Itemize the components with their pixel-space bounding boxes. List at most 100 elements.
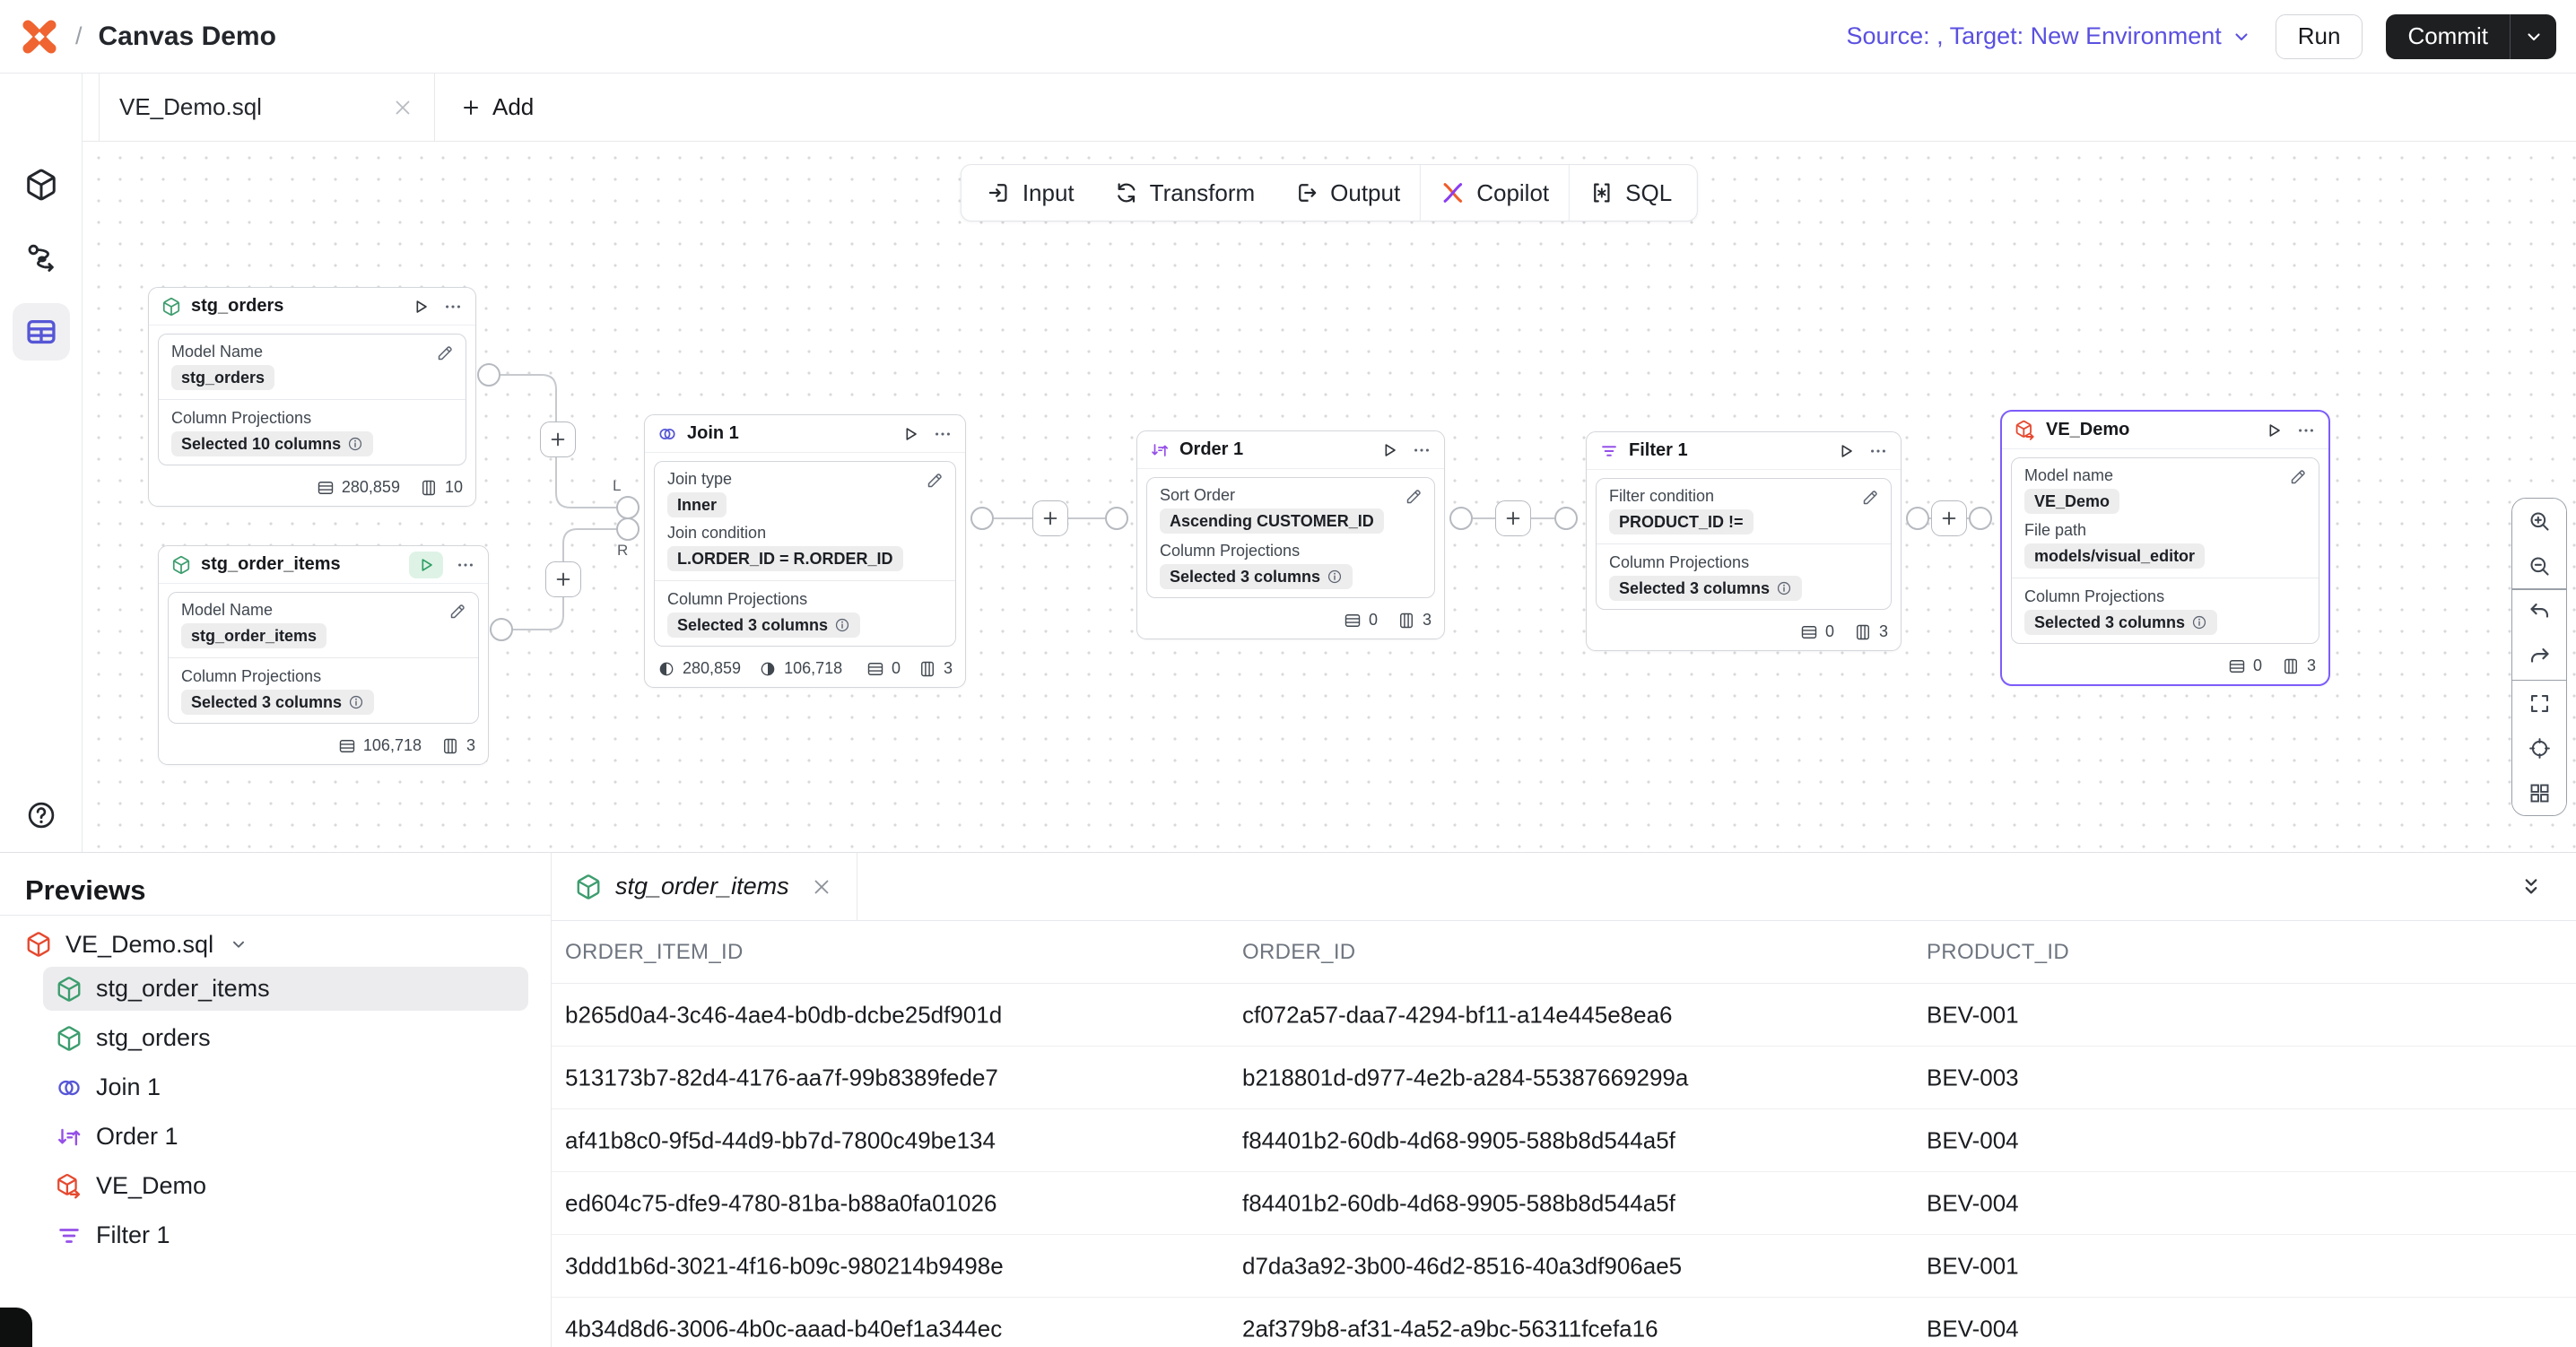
play-icon[interactable] bbox=[1379, 440, 1399, 460]
redo-button[interactable] bbox=[2512, 635, 2566, 680]
edit-pencil-icon[interactable] bbox=[448, 602, 467, 621]
more-options-icon[interactable] bbox=[456, 555, 475, 575]
paradime-logo-icon[interactable] bbox=[20, 17, 59, 56]
zoom-in-button[interactable] bbox=[2512, 499, 2566, 543]
tree-item-order-1[interactable]: Order 1 bbox=[0, 1112, 551, 1161]
sort-order-chip[interactable]: Ascending CUSTOMER_ID bbox=[1160, 508, 1384, 534]
insert-node-button[interactable] bbox=[540, 421, 576, 457]
close-icon[interactable] bbox=[391, 96, 414, 119]
chevron-down-icon[interactable] bbox=[229, 934, 248, 954]
preview-tab-stg-order-items[interactable]: stg_order_items bbox=[552, 853, 857, 920]
table-row[interactable]: 3ddd1b6d-3021-4f16-b09c-980214b9498e d7d… bbox=[552, 1235, 2576, 1298]
port-filter-output[interactable] bbox=[1906, 507, 1929, 530]
commit-button[interactable]: Commit bbox=[2386, 14, 2510, 59]
play-icon[interactable] bbox=[411, 297, 431, 317]
join-type-chip[interactable]: Inner bbox=[667, 492, 727, 517]
environment-selector[interactable]: Source: , Target: New Environment bbox=[1847, 22, 2252, 50]
node-stg-order-items[interactable]: stg_order_items Model Name stg_order_ite… bbox=[158, 545, 489, 765]
input-button[interactable]: Input bbox=[967, 165, 1094, 221]
play-icon[interactable] bbox=[901, 424, 920, 444]
node-order-1[interactable]: Order 1 Sort Order Ascending CUSTOMER_ID… bbox=[1136, 430, 1445, 639]
edit-pencil-icon[interactable] bbox=[1861, 488, 1880, 507]
tree-item-stg-orders[interactable]: stg_orders bbox=[0, 1013, 551, 1063]
edit-pencil-icon[interactable] bbox=[436, 343, 455, 362]
tree-item-filter-1[interactable]: Filter 1 bbox=[0, 1211, 551, 1260]
collapse-panel-button[interactable] bbox=[2519, 874, 2544, 899]
node-stg-orders[interactable]: stg_orders Model Name stg_orders Column … bbox=[148, 287, 476, 507]
projections-chip[interactable]: Selected 3 columns bbox=[1160, 564, 1353, 589]
table-row[interactable]: 513173b7-82d4-4176-aa7f-99b8389fede7 b21… bbox=[552, 1047, 2576, 1109]
cell-product-id: BEV-004 bbox=[1927, 1315, 2019, 1343]
model-name-chip[interactable]: stg_orders bbox=[171, 365, 274, 390]
table-row[interactable]: 4b34d8d6-3006-4b0c-aaad-b40ef1a344ec 2af… bbox=[552, 1298, 2576, 1347]
edit-pencil-icon[interactable] bbox=[926, 471, 944, 490]
port-stg-order-items-output[interactable] bbox=[490, 618, 513, 641]
rail-help-button[interactable] bbox=[13, 786, 70, 844]
zoom-out-button[interactable] bbox=[2512, 543, 2566, 588]
run-button[interactable]: Run bbox=[2276, 14, 2363, 59]
tree-item-ve-demo-sql[interactable]: VE_Demo.sql bbox=[0, 925, 551, 964]
play-icon[interactable] bbox=[1836, 441, 1856, 461]
node-filter-1[interactable]: Filter 1 Filter condition PRODUCT_ID != … bbox=[1586, 431, 1902, 651]
edit-pencil-icon[interactable] bbox=[2289, 467, 2308, 486]
more-options-icon[interactable] bbox=[1868, 441, 1888, 461]
table-row[interactable]: b265d0a4-3c46-4ae4-b0db-dcbe25df901d cf0… bbox=[552, 984, 2576, 1047]
projections-chip[interactable]: Selected 3 columns bbox=[2024, 610, 2217, 635]
projections-chip[interactable]: Selected 3 columns bbox=[181, 690, 374, 715]
corner-widget[interactable] bbox=[0, 1308, 32, 1347]
tab-ve-demo-sql[interactable]: VE_Demo.sql bbox=[99, 74, 435, 141]
undo-button[interactable] bbox=[2512, 590, 2566, 635]
port-filter-input[interactable] bbox=[1554, 507, 1578, 530]
play-button[interactable] bbox=[409, 552, 443, 578]
port-join-output[interactable] bbox=[970, 507, 994, 530]
port-join-left-input[interactable] bbox=[616, 496, 640, 519]
port-join-right-input[interactable] bbox=[616, 517, 640, 541]
locate-button[interactable] bbox=[2512, 726, 2566, 770]
sql-button[interactable]: SQL bbox=[1570, 165, 1692, 221]
projections-chip[interactable]: Selected 3 columns bbox=[667, 613, 860, 638]
add-tab-button[interactable]: Add bbox=[435, 74, 559, 141]
canvas[interactable]: Input Transform Output Copilot SQL bbox=[83, 142, 2576, 852]
insert-node-button[interactable] bbox=[545, 561, 581, 597]
insert-node-button[interactable] bbox=[1495, 500, 1531, 536]
insert-node-button[interactable] bbox=[1931, 500, 1967, 536]
port-order-output[interactable] bbox=[1449, 507, 1473, 530]
column-header[interactable]: ORDER_ITEM_ID bbox=[565, 940, 744, 965]
port-ve-demo-input[interactable] bbox=[1969, 507, 1992, 530]
port-order-input[interactable] bbox=[1105, 507, 1128, 530]
copilot-button[interactable]: Copilot bbox=[1421, 165, 1569, 221]
rail-models-button[interactable] bbox=[13, 156, 70, 213]
transform-button[interactable]: Transform bbox=[1094, 165, 1275, 221]
insert-node-button[interactable] bbox=[1032, 500, 1068, 536]
tree-item-join-1[interactable]: Join 1 bbox=[0, 1063, 551, 1112]
close-icon[interactable] bbox=[810, 875, 833, 899]
projections-chip[interactable]: Selected 3 columns bbox=[1609, 576, 1802, 601]
file-path-chip[interactable]: models/visual_editor bbox=[2024, 543, 2205, 569]
edit-pencil-icon[interactable] bbox=[1405, 487, 1423, 506]
rail-table-button[interactable] bbox=[13, 303, 70, 361]
play-icon[interactable] bbox=[2264, 421, 2284, 440]
more-options-icon[interactable] bbox=[443, 297, 463, 317]
join-condition-chip[interactable]: L.ORDER_ID = R.ORDER_ID bbox=[667, 546, 903, 571]
table-row[interactable]: ed604c75-dfe9-4780-81ba-b88a0fa01026 f84… bbox=[552, 1172, 2576, 1235]
filter-condition-chip[interactable]: PRODUCT_ID != bbox=[1609, 509, 1754, 534]
node-join-1[interactable]: Join 1 Join type Inner Join condition L.… bbox=[644, 414, 966, 688]
fit-view-button[interactable] bbox=[2512, 681, 2566, 726]
column-header[interactable]: PRODUCT_ID bbox=[1927, 940, 2069, 965]
node-ve-demo[interactable]: VE_Demo Model name VE_Demo File path mod… bbox=[2000, 410, 2330, 686]
more-options-icon[interactable] bbox=[1412, 440, 1432, 460]
more-options-icon[interactable] bbox=[933, 424, 953, 444]
table-row[interactable]: af41b8c0-9f5d-44d9-bb7d-7800c49be134 f84… bbox=[552, 1109, 2576, 1172]
commit-dropdown-button[interactable] bbox=[2510, 14, 2556, 59]
tree-item-ve-demo[interactable]: VE_Demo bbox=[0, 1161, 551, 1211]
tree-item-stg-order-items[interactable]: stg_order_items bbox=[0, 964, 551, 1013]
more-options-icon[interactable] bbox=[2296, 421, 2316, 440]
layout-button[interactable] bbox=[2512, 770, 2566, 815]
model-name-chip[interactable]: VE_Demo bbox=[2024, 489, 2119, 514]
column-header[interactable]: ORDER_ID bbox=[1242, 940, 1355, 965]
output-button[interactable]: Output bbox=[1275, 165, 1420, 221]
model-name-chip[interactable]: stg_order_items bbox=[181, 623, 326, 648]
rail-pipelines-button[interactable] bbox=[13, 230, 70, 287]
port-stg-orders-output[interactable] bbox=[477, 363, 500, 387]
projections-chip[interactable]: Selected 10 columns bbox=[171, 431, 373, 456]
